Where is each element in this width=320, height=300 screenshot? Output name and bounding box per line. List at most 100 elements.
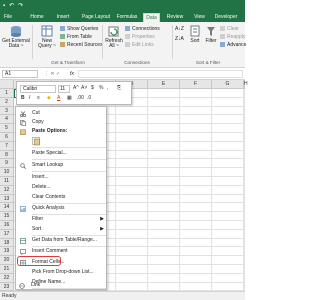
menu-paste-special[interactable]: Paste Special...	[16, 149, 108, 158]
font-size-box[interactable]: 11	[58, 85, 70, 93]
save-icon[interactable]: ▪	[3, 3, 5, 10]
insert-function-icon[interactable]: fx	[70, 70, 74, 78]
recent-sources-icon	[60, 42, 65, 47]
reapply-button[interactable]: Reapply	[220, 34, 245, 40]
gridline-vertical	[244, 89, 245, 291]
sort-descending-button[interactable]: Z↓A	[175, 36, 184, 42]
show-queries-button[interactable]: Show Queries	[60, 26, 98, 32]
font-name-box[interactable]: Calibri	[20, 85, 56, 93]
row-header[interactable]: 14	[0, 203, 14, 213]
row-header[interactable]: 13	[0, 194, 14, 204]
tab-insert[interactable]: Insert	[53, 13, 73, 22]
menu-quick-analysis[interactable]: Quick Analysis	[16, 204, 108, 213]
paste-button-icon[interactable]	[32, 137, 40, 146]
menu-clear-contents[interactable]: Clear Contents	[16, 193, 108, 202]
formula-input[interactable]	[78, 70, 243, 78]
row-header[interactable]: 5	[0, 124, 14, 133]
row-header[interactable]: 3	[0, 106, 14, 116]
menu-sort[interactable]: Sort ▶	[16, 225, 108, 234]
menu-copy[interactable]: Copy	[16, 118, 108, 127]
formula-bar-controls: ⋮ ✕ ✓	[44, 71, 61, 77]
row-header[interactable]: 21	[0, 265, 14, 274]
tab-review[interactable]: Review	[164, 13, 186, 22]
tab-file[interactable]: File	[0, 13, 16, 22]
row-header[interactable]: 2	[0, 97, 14, 107]
menu-insert-label: Insert...	[32, 174, 49, 180]
italic-button[interactable]: I	[29, 95, 30, 102]
borders-icon[interactable]: ▦	[67, 95, 72, 102]
menu-get-data[interactable]: Get Data from Table/Range...	[16, 236, 108, 245]
row-header[interactable]: 11	[0, 177, 14, 186]
menu-filter[interactable]: Filter ▶	[16, 215, 108, 224]
row-header[interactable]: 16	[0, 221, 14, 230]
row-header[interactable]: 4	[0, 115, 14, 125]
row-header[interactable]: 7	[0, 141, 14, 151]
sort-label: Sort	[190, 38, 200, 44]
menu-cut[interactable]: Cut	[16, 109, 108, 118]
copy-icon	[20, 120, 26, 127]
currency-button[interactable]: $	[91, 85, 94, 92]
column-header[interactable]: H	[244, 80, 248, 89]
column-header[interactable]: G	[212, 80, 244, 89]
tab-formulas[interactable]: Formulas	[114, 13, 140, 22]
name-box[interactable]: A1	[2, 70, 38, 78]
select-all-corner[interactable]	[0, 80, 14, 89]
refresh-all-button[interactable]: Refresh All ~	[104, 25, 124, 49]
sort-ascending-button[interactable]: A↓Z	[175, 26, 184, 32]
comma-button[interactable]: ,	[107, 85, 108, 92]
tab-page-layout[interactable]: Page Layout	[80, 13, 112, 22]
menu-delete[interactable]: Delete...	[16, 183, 108, 192]
font-color-button[interactable]: A	[57, 95, 60, 102]
menu-insert[interactable]: Insert...	[16, 173, 108, 182]
row-header[interactable]: 15	[0, 212, 14, 221]
clear-button[interactable]: Clear	[220, 26, 239, 32]
column-header[interactable]: E	[148, 80, 180, 89]
decrease-decimal-button[interactable]: .0	[87, 95, 91, 102]
format-painter-icon[interactable]: ⎘	[117, 85, 121, 92]
bold-button[interactable]: B	[21, 95, 25, 102]
connections-button[interactable]: Connections	[125, 26, 160, 32]
menu-smart-lookup[interactable]: Smart Lookup	[16, 161, 108, 170]
row-header[interactable]: 19	[0, 247, 14, 257]
tab-developer[interactable]: Developer	[210, 13, 242, 22]
tab-view[interactable]: View	[191, 13, 208, 22]
tab-data[interactable]: Data	[143, 13, 160, 22]
recent-sources-button[interactable]: Recent Sources	[60, 42, 103, 48]
row-header[interactable]: 17	[0, 229, 14, 239]
advanced-button[interactable]: Advance	[220, 42, 246, 48]
refresh-icon	[108, 26, 119, 37]
column-header[interactable]: F	[180, 80, 212, 89]
increase-decimal-button[interactable]: .00	[77, 95, 84, 102]
tab-home[interactable]: Home	[27, 13, 47, 22]
row-header[interactable]: 1	[0, 89, 14, 98]
redo-icon[interactable]: ↷	[18, 3, 23, 10]
row-header[interactable]: 8	[0, 150, 14, 160]
percent-button[interactable]: %	[99, 85, 103, 92]
undo-icon[interactable]: ↶	[9, 3, 14, 10]
get-external-data-button[interactable]: Get External Data ~	[2, 25, 30, 49]
menu-sort-label: Sort	[32, 226, 42, 232]
edit-links-button[interactable]: Edit Links	[125, 42, 154, 48]
new-query-button[interactable]: New Query ~	[35, 25, 59, 49]
filter-button[interactable]: Filter	[203, 25, 219, 44]
shrink-font-button[interactable]: A˅	[81, 85, 87, 92]
menu-paste-special-label: Paste Special...	[32, 150, 67, 156]
fill-color-icon[interactable]: ◆	[47, 95, 51, 102]
menu-pick-dropdown[interactable]: Pick From Drop-down List...	[16, 268, 108, 277]
group-separator	[102, 25, 103, 59]
row-header[interactable]: 18	[0, 238, 14, 248]
align-icon[interactable]: ≡	[37, 95, 40, 102]
row-header[interactable]: 6	[0, 133, 14, 142]
menu-insert-comment[interactable]: Insert Comment	[16, 247, 108, 256]
row-header[interactable]: 22	[0, 273, 14, 283]
from-table-button[interactable]: From Table	[60, 34, 92, 40]
row-header[interactable]: 9	[0, 159, 14, 169]
grow-font-button[interactable]: A^	[73, 85, 79, 92]
row-header[interactable]: 20	[0, 256, 14, 265]
sort-button[interactable]: Sort	[188, 25, 202, 44]
properties-button[interactable]: Properties	[125, 34, 155, 40]
menu-link[interactable]: Link	[15, 281, 107, 290]
menu-delete-label: Delete...	[32, 184, 51, 190]
row-header[interactable]: 10	[0, 168, 14, 177]
row-header[interactable]: 12	[0, 185, 14, 195]
